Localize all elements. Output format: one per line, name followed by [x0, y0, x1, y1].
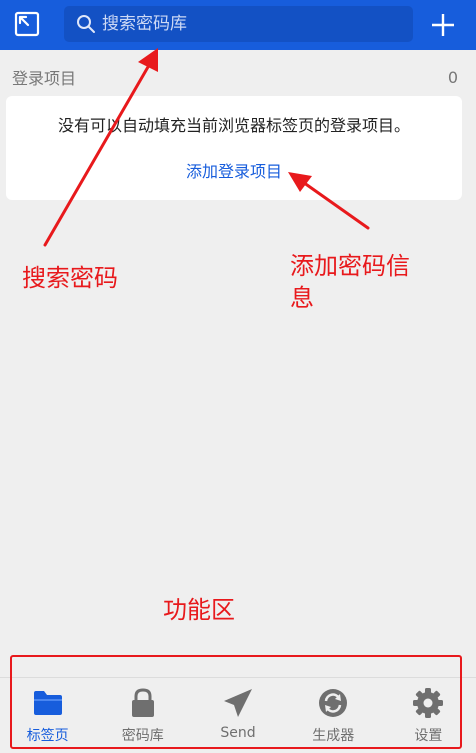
nav-tab-settings[interactable]: 设置 — [381, 678, 476, 753]
bottom-nav: 标签页 密码库 Send 生成器 设置 — [0, 677, 476, 753]
add-item-button[interactable] — [418, 4, 468, 46]
annotation-add-line1: 添加密码信 — [290, 252, 410, 280]
generator-icon — [316, 686, 350, 720]
nav-label-generator: 生成器 — [312, 728, 355, 744]
search-input[interactable] — [102, 14, 402, 34]
search-icon — [77, 15, 95, 33]
nav-tab-vault[interactable]: 密码库 — [95, 678, 190, 753]
section-title: 登录项目 — [12, 69, 77, 88]
app-header — [0, 0, 476, 50]
add-login-link[interactable]: 添加登录项目 — [6, 158, 462, 182]
popout-button[interactable] — [0, 0, 54, 48]
nav-tab-send[interactable]: Send — [190, 678, 285, 753]
section-header: 登录项目 0 — [12, 66, 458, 89]
lock-icon — [126, 686, 160, 720]
annotation-add-line2: 息 — [290, 284, 314, 312]
folder-icon — [31, 686, 65, 720]
nav-label-tabs: 标签页 — [26, 728, 69, 744]
gear-icon — [411, 686, 445, 720]
annotation-search: 搜索密码 — [22, 264, 118, 292]
nav-tab-tabs[interactable]: 标签页 — [0, 678, 95, 753]
nav-tab-generator[interactable]: 生成器 — [286, 678, 381, 753]
search-box[interactable] — [64, 6, 413, 42]
section-count: 0 — [447, 67, 458, 87]
annotation-features: 功能区 — [163, 596, 235, 624]
nav-label-vault: 密码库 — [121, 728, 164, 744]
empty-state-card: 没有可以自动填充当前浏览器标签页的登录项目。 添加登录项目 — [6, 96, 462, 200]
nav-label-settings: 设置 — [414, 728, 443, 744]
nav-label-send: Send — [220, 725, 256, 741]
empty-message: 没有可以自动填充当前浏览器标签页的登录项目。 — [57, 116, 410, 135]
popout-icon — [14, 11, 40, 37]
send-icon — [221, 686, 255, 720]
plus-icon — [432, 14, 454, 36]
